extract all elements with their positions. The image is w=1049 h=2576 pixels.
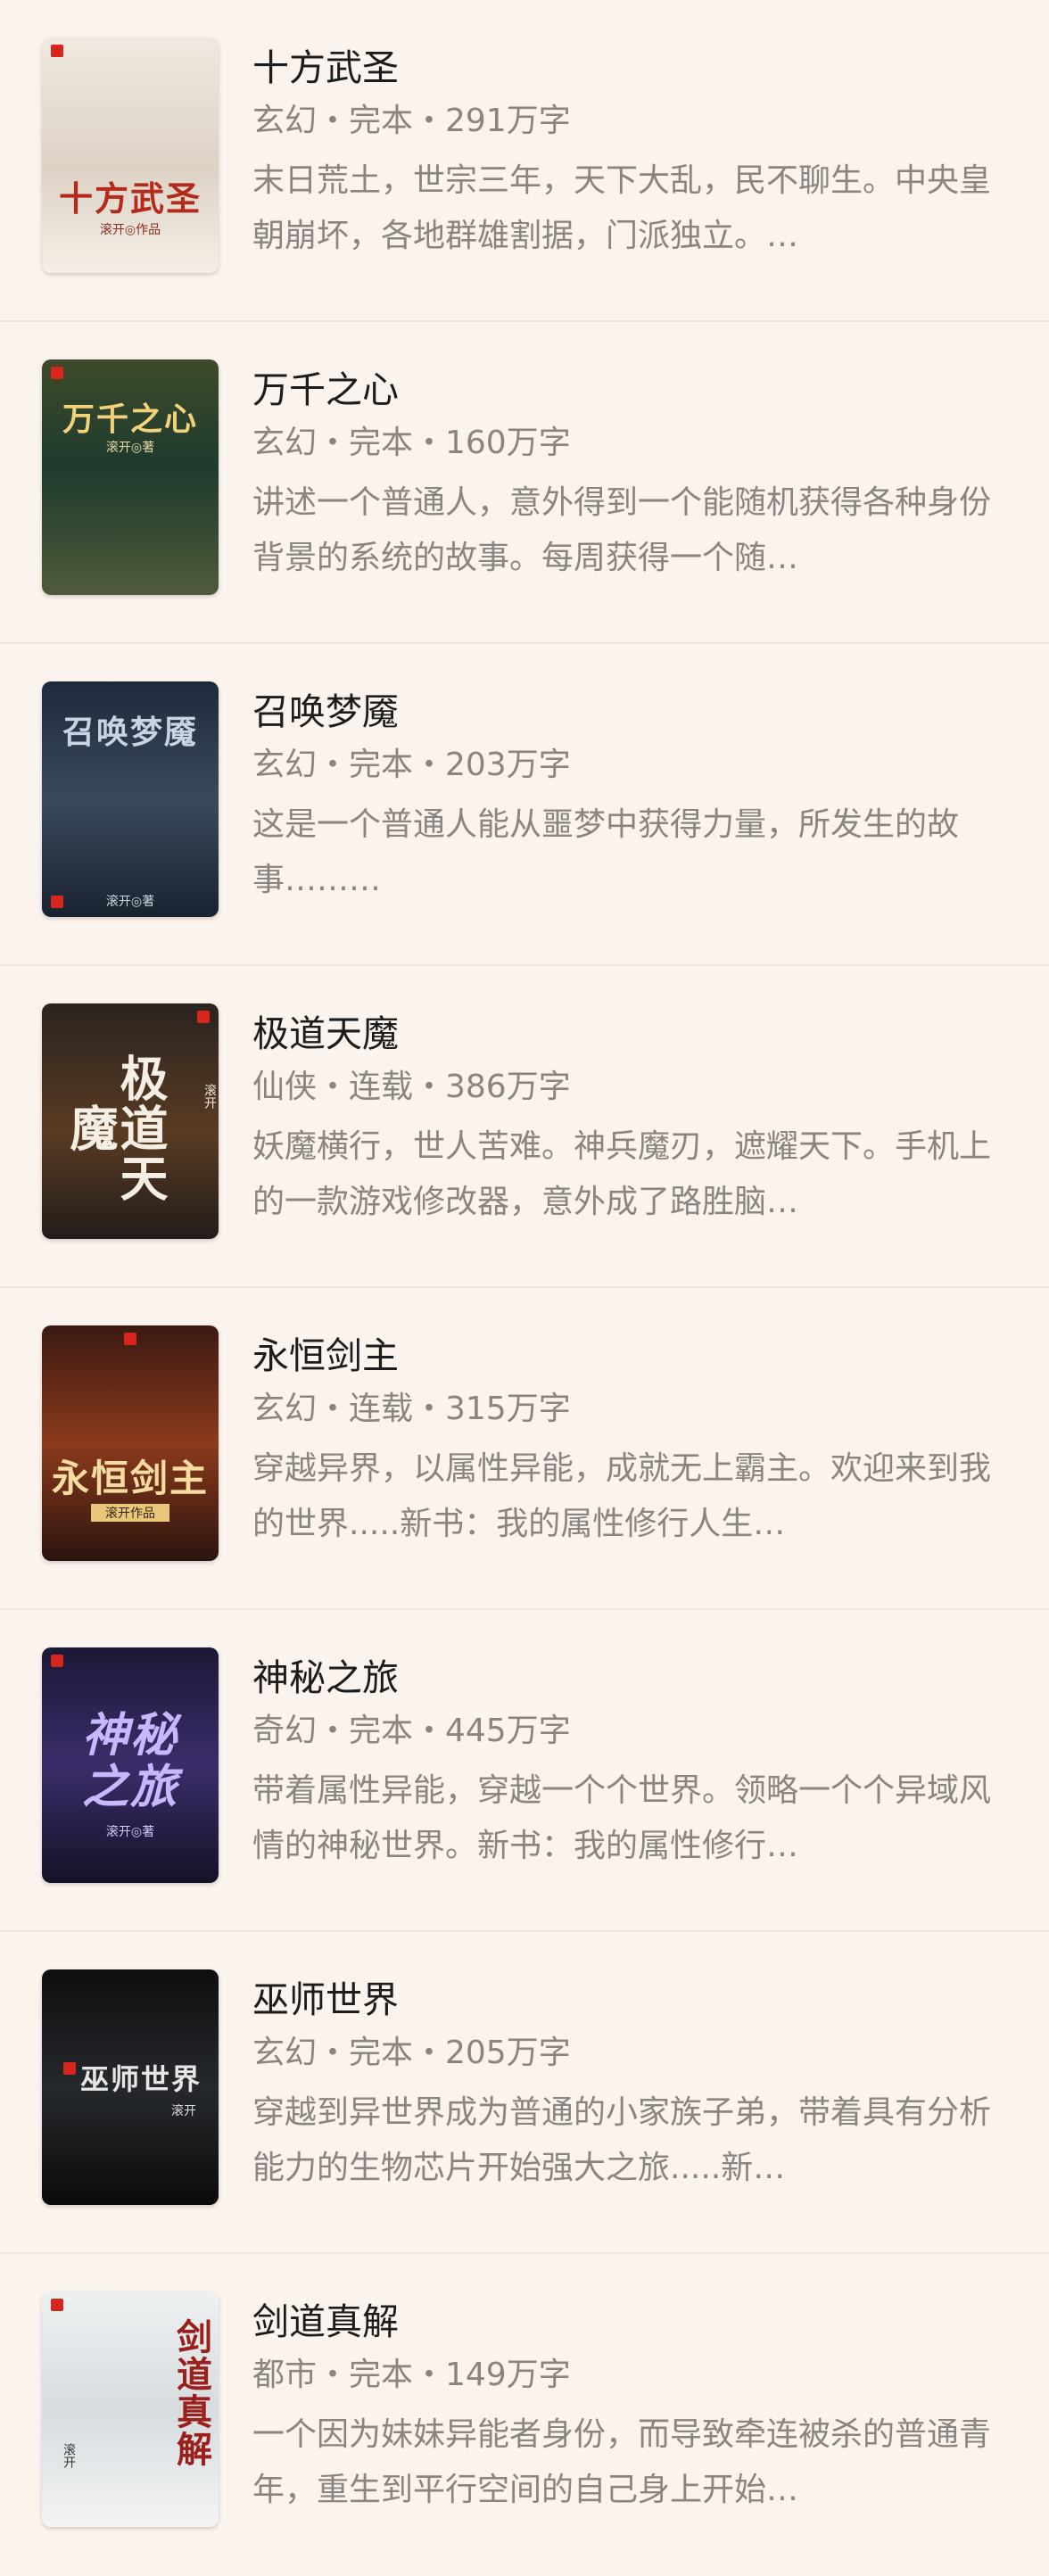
book-item[interactable]: 召唤梦魇 滚开◎著 召唤梦魇 玄幻・完本・203万字 这是一个普通人能从噩梦中获… bbox=[0, 644, 1049, 966]
book-item[interactable]: 神秘之旅 滚开◎著 神秘之旅 奇幻・完本・445万字 带着属性异能，穿越一个个世… bbox=[0, 1610, 1049, 1932]
book-meta: 玄幻・完本・205万字 bbox=[252, 2035, 571, 2071]
book-info: 巫师世界 玄幻・完本・205万字 穿越到异世界成为普通的小家族子弟，带着具有分析… bbox=[252, 1977, 999, 2196]
cover-author: 滚开 bbox=[62, 2443, 76, 2468]
book-description: 讲述一个普通人，意外得到一个能随机获得各种身份背景的系统的故事。每周获得一个随… bbox=[252, 484, 992, 576]
cover-title: 永恒剑主 bbox=[51, 1457, 209, 1500]
publisher-logo bbox=[51, 367, 63, 379]
book-title[interactable]: 神秘之旅 bbox=[252, 1655, 999, 1701]
publisher-logo bbox=[51, 1655, 63, 1667]
cover-title: 剑道真解 bbox=[170, 2318, 212, 2468]
book-item[interactable]: 巫师世界 滚开 巫师世界 玄幻・完本・205万字 穿越到异世界成为普通的小家族子… bbox=[0, 1932, 1049, 2254]
cover-author: 滚开◎著 bbox=[105, 441, 155, 455]
book-title[interactable]: 十方武圣 bbox=[252, 45, 999, 91]
cover-author: 滚开 bbox=[202, 1084, 217, 1109]
book-description: 这是一个普通人能从噩梦中获得力量，所发生的故事……… bbox=[252, 806, 960, 898]
cover-author: 滚开作品 bbox=[91, 1504, 169, 1522]
publisher-logo bbox=[197, 1011, 210, 1023]
cover-author: 滚开◎著 bbox=[105, 1825, 155, 1839]
publisher-logo bbox=[124, 1333, 136, 1345]
book-description: 穿越异界，以属性异能，成就无上霸主。欢迎来到我的世界.....新书：我的属性修行… bbox=[252, 1450, 992, 1542]
book-info: 召唤梦魇 玄幻・完本・203万字 这是一个普通人能从噩梦中获得力量，所发生的故事… bbox=[252, 689, 999, 908]
book-info: 永恒剑主 玄幻・连载・315万字 穿越异界，以属性异能，成就无上霸主。欢迎来到我… bbox=[252, 1333, 999, 1552]
cover-author: 滚开◎著 bbox=[105, 895, 155, 909]
book-info: 极道天魔 仙侠・连载・386万字 妖魔横行，世人苦难。神兵魔刃，遮耀天下。手机上… bbox=[252, 1011, 999, 1230]
book-cover[interactable]: 神秘之旅 滚开◎著 bbox=[42, 1647, 219, 1883]
book-meta: 都市・完本・149万字 bbox=[252, 2357, 571, 2393]
book-cover[interactable]: 巫师世界 滚开 bbox=[42, 1969, 219, 2205]
cover-author: 滚开◎作品 bbox=[99, 223, 161, 237]
book-cover[interactable]: 永恒剑主 滚开作品 bbox=[42, 1325, 219, 1561]
book-description: 穿越到异世界成为普通的小家族子弟，带着具有分析能力的生物芯片开始强大之旅....… bbox=[252, 2094, 992, 2186]
book-item[interactable]: 极道天魔 滚开 极道天魔 仙侠・连载・386万字 妖魔横行，世人苦难。神兵魔刃，… bbox=[0, 966, 1049, 1288]
book-meta: 玄幻・完本・160万字 bbox=[252, 425, 571, 461]
book-description: 末日荒土，世宗三年，天下大乱，民不聊生。中央皇朝崩坏，各地群雄割据，门派独立。… bbox=[252, 162, 992, 254]
book-meta: 奇幻・完本・445万字 bbox=[252, 1713, 571, 1749]
book-info: 万千之心 玄幻・完本・160万字 讲述一个普通人，意外得到一个能随机获得各种身份… bbox=[252, 367, 999, 586]
book-title[interactable]: 剑道真解 bbox=[252, 2299, 999, 2345]
cover-title: 召唤梦魇 bbox=[62, 714, 198, 751]
book-info: 剑道真解 都市・完本・149万字 一个因为妹妹异能者身份，而导致牵连被杀的普通青… bbox=[252, 2299, 999, 2518]
book-cover[interactable]: 十方武圣 滚开◎作品 bbox=[42, 37, 219, 273]
book-cover[interactable]: 剑道真解 滚开 bbox=[42, 2291, 219, 2527]
book-item[interactable]: 剑道真解 滚开 剑道真解 都市・完本・149万字 一个因为妹妹异能者身份，而导致… bbox=[0, 2254, 1049, 2576]
cover-author: 滚开 bbox=[171, 2104, 196, 2118]
book-title[interactable]: 极道天魔 bbox=[252, 1011, 999, 1057]
book-meta: 玄幻・完本・291万字 bbox=[252, 103, 571, 139]
book-cover[interactable]: 召唤梦魇 滚开◎著 bbox=[42, 681, 219, 917]
book-meta: 玄幻・完本・203万字 bbox=[252, 747, 571, 783]
book-description: 一个因为妹妹异能者身份，而导致牵连被杀的普通青年，重生到平行空间的自己身上开始… bbox=[252, 2416, 992, 2508]
book-cover[interactable]: 极道天魔 滚开 bbox=[42, 1003, 219, 1239]
book-description: 带着属性异能，穿越一个个世界。领略一个个异域风情的神秘世界。新书：我的属性修行… bbox=[252, 1772, 992, 1864]
cover-title: 极道天魔 bbox=[62, 1053, 169, 1203]
book-cover[interactable]: 万千之心 滚开◎著 bbox=[42, 359, 219, 595]
publisher-logo bbox=[51, 2299, 63, 2311]
book-info: 十方武圣 玄幻・完本・291万字 末日荒土，世宗三年，天下大乱，民不聊生。中央皇… bbox=[252, 45, 999, 264]
book-title[interactable]: 永恒剑主 bbox=[252, 1333, 999, 1379]
book-meta: 仙侠・连载・386万字 bbox=[252, 1069, 571, 1105]
book-list: 十方武圣 滚开◎作品 十方武圣 玄幻・完本・291万字 末日荒土，世宗三年，天下… bbox=[0, 0, 1049, 2576]
book-item[interactable]: 十方武圣 滚开◎作品 十方武圣 玄幻・完本・291万字 末日荒土，世宗三年，天下… bbox=[0, 0, 1049, 322]
cover-title: 万千之心 bbox=[62, 400, 198, 438]
book-title[interactable]: 万千之心 bbox=[252, 367, 999, 413]
cover-title: 巫师世界 bbox=[79, 2062, 202, 2096]
book-meta: 玄幻・连载・315万字 bbox=[252, 1391, 571, 1427]
publisher-logo bbox=[51, 45, 63, 57]
book-item[interactable]: 万千之心 滚开◎著 万千之心 玄幻・完本・160万字 讲述一个普通人，意外得到一… bbox=[0, 322, 1049, 644]
book-info: 神秘之旅 奇幻・完本・445万字 带着属性异能，穿越一个个世界。领略一个个异域风… bbox=[252, 1655, 999, 1874]
book-item[interactable]: 永恒剑主 滚开作品 永恒剑主 玄幻・连载・315万字 穿越异界，以属性异能，成就… bbox=[0, 1288, 1049, 1610]
cover-title: 神秘之旅 bbox=[81, 1708, 178, 1814]
book-title[interactable]: 巫师世界 bbox=[252, 1977, 999, 2023]
book-description: 妖魔横行，世人苦难。神兵魔刃，遮耀天下。手机上的一款游戏修改器，意外成了路胜脑… bbox=[252, 1128, 992, 1220]
book-title[interactable]: 召唤梦魇 bbox=[252, 689, 999, 735]
cover-title: 十方武圣 bbox=[58, 178, 202, 219]
